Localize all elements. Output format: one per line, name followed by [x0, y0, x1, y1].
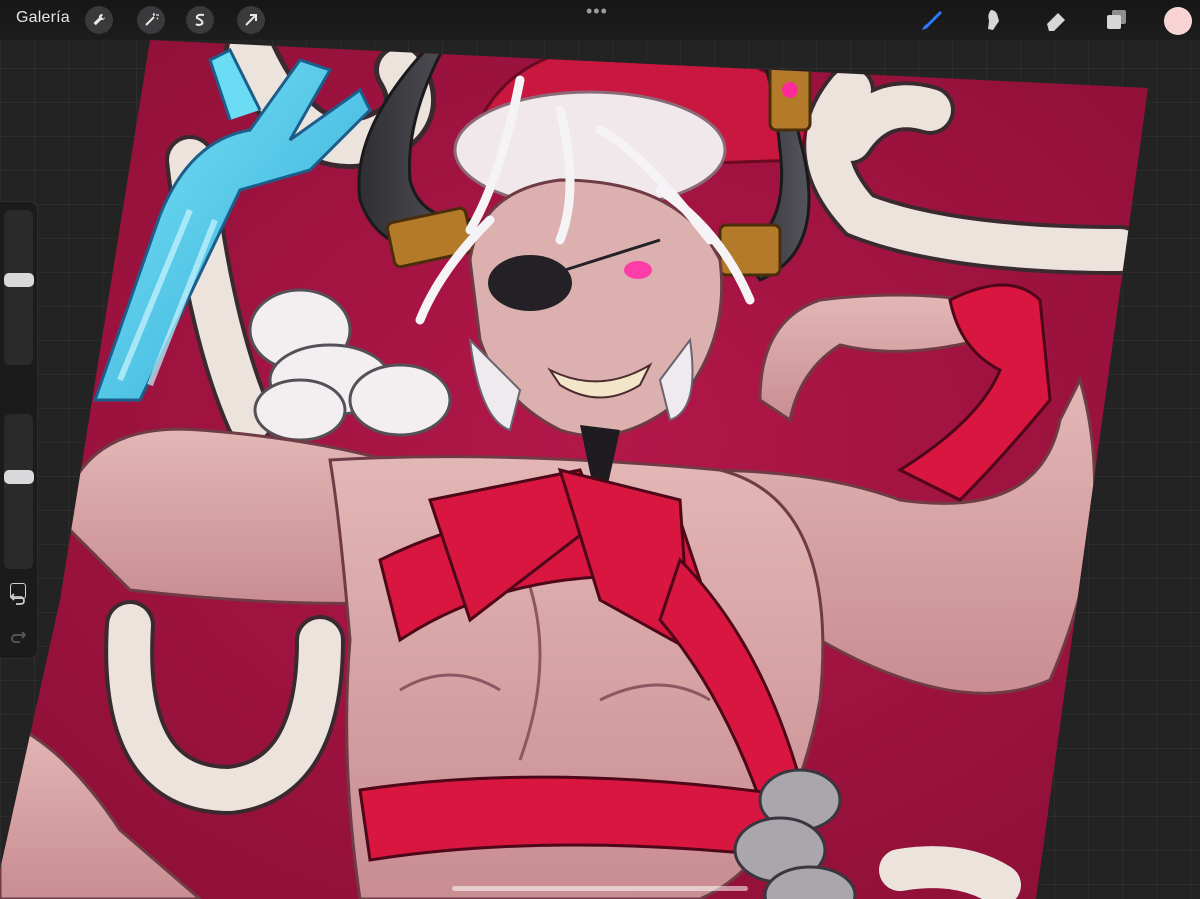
transform-arrow-icon[interactable] [237, 6, 265, 34]
artwork-canvas[interactable] [0, 0, 1200, 899]
eyepatch [488, 255, 572, 311]
brush-size-handle[interactable] [4, 273, 34, 288]
smudge-icon[interactable] [980, 6, 1008, 34]
selection-icon[interactable] [186, 6, 214, 34]
magic-wand-icon[interactable] [137, 6, 165, 34]
top-toolbar: Galería ••• [0, 0, 1200, 40]
gallery-button[interactable]: Galería [16, 9, 70, 27]
redo-icon[interactable] [8, 626, 28, 646]
opacity-handle[interactable] [4, 470, 34, 485]
home-indicator[interactable] [452, 886, 748, 891]
left-sidebar [0, 202, 37, 658]
eraser-icon[interactable] [1042, 6, 1070, 34]
color-picker-swatch[interactable] [1164, 7, 1192, 35]
wrench-icon[interactable] [85, 6, 113, 34]
opacity-slider[interactable] [4, 414, 33, 569]
brush-icon[interactable] [918, 6, 946, 34]
layers-icon[interactable] [1102, 6, 1130, 34]
more-options-button[interactable]: ••• [586, 2, 608, 20]
brush-size-slider[interactable] [4, 210, 33, 365]
undo-icon[interactable] [8, 588, 28, 608]
